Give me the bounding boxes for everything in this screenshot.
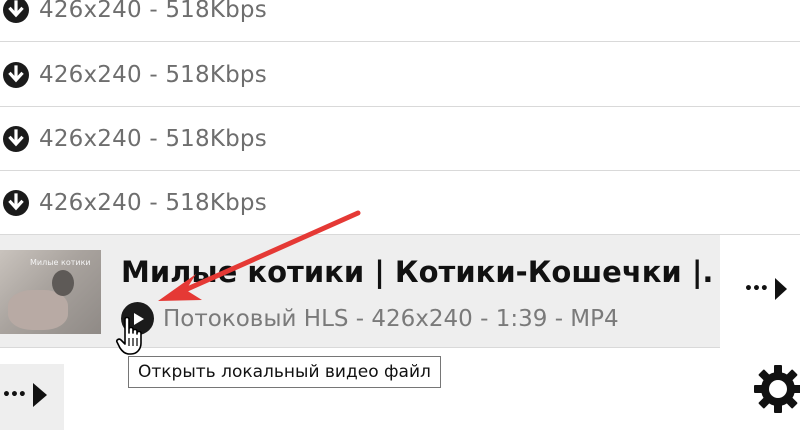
video-meta: Потоковый HLS - 426x240 - 1:39 - MP4 xyxy=(163,306,619,332)
video-thumbnail[interactable]: Милые котики xyxy=(0,250,101,334)
format-label: 426x240 - 518Kbps xyxy=(39,61,267,88)
format-label: 426x240 - 518Kbps xyxy=(39,0,267,23)
format-label: 426x240 - 518Kbps xyxy=(39,189,267,216)
more-dots: ••• xyxy=(2,387,27,403)
video-more-button[interactable]: ••• xyxy=(744,277,788,301)
download-icon[interactable] xyxy=(0,123,31,154)
download-icon[interactable] xyxy=(0,187,31,218)
thumbnail-text: Милые котики xyxy=(30,258,91,267)
format-row-4[interactable]: 426x240 - 518Kbps xyxy=(0,171,800,235)
gear-icon[interactable] xyxy=(752,363,800,419)
format-row-2[interactable]: 426x240 - 518Kbps xyxy=(0,43,800,107)
bottom-more-button[interactable]: ••• xyxy=(2,382,48,408)
format-row-3[interactable]: 426x240 - 518Kbps xyxy=(0,107,800,171)
download-icon[interactable] xyxy=(0,59,31,90)
tooltip: Открыть локальный видео файл xyxy=(128,356,441,388)
hand-cursor-icon xyxy=(115,316,149,360)
thumbnail-shape xyxy=(8,290,68,330)
chevron-right-icon xyxy=(32,383,47,407)
video-item[interactable]: Милые котики Милые котики | Котики-Кошеч… xyxy=(0,235,720,348)
chevron-right-icon xyxy=(774,278,787,300)
download-icon[interactable] xyxy=(0,0,31,25)
format-row-1[interactable]: 426x240 - 518Kbps xyxy=(0,0,800,42)
more-dots: ••• xyxy=(744,281,769,297)
video-title: Милые котики | Котики-Кошечки |... xyxy=(121,255,716,289)
format-label: 426x240 - 518Kbps xyxy=(39,125,267,152)
thumbnail-shape xyxy=(52,270,74,296)
